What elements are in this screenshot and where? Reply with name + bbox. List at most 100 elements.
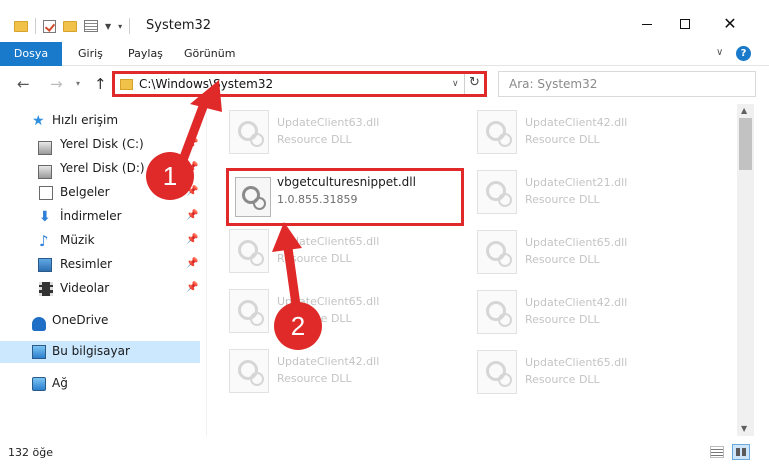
list-item[interactable]: UpdateClient65.dll Resource DLL — [229, 289, 469, 345]
nav-item-this-pc[interactable]: Bu bilgisayar — [0, 341, 200, 363]
nav-item-label: Hızlı erişim — [52, 113, 119, 127]
cloud-icon — [32, 317, 46, 331]
window-title: System32 — [146, 18, 212, 33]
file-name: UpdateClient65.dll — [277, 295, 380, 308]
status-bar: 132 öğe — [0, 436, 769, 476]
list-item[interactable]: UpdateClient65.dll Resource DLL — [229, 229, 469, 285]
nav-item-label: Bu bilgisayar — [52, 344, 130, 358]
nav-item-label: Yerel Disk (D:) — [60, 161, 145, 175]
search-input[interactable]: Ara: System32 — [498, 71, 756, 97]
list-item[interactable]: UpdateClient63.dll Resource DLL — [229, 110, 469, 166]
nav-item-network[interactable]: Ağ — [0, 373, 200, 395]
nav-item-label: Ağ — [52, 376, 68, 390]
customize-toolbar-icon[interactable]: ▾ — [118, 22, 122, 31]
vertical-scrollbar[interactable]: ▲ ▼ — [737, 104, 754, 436]
file-list: UpdateClient63.dll Resource DLL UpdateCl… — [207, 104, 737, 436]
pictures-icon — [38, 258, 52, 272]
nav-item-downloads[interactable]: ⬇ İndirmeler 📌 — [0, 206, 200, 228]
file-name: UpdateClient65.dll — [525, 356, 628, 369]
file-description: Resource DLL — [525, 313, 600, 326]
file-name: UpdateClient42.dll — [525, 116, 628, 129]
file-name: UpdateClient65.dll — [277, 235, 380, 248]
list-item[interactable]: UpdateClient42.dll Resource DLL — [477, 110, 717, 166]
details-view-icon[interactable] — [710, 446, 724, 458]
search-placeholder: Ara: System32 — [509, 77, 598, 91]
toolbar-divider — [35, 18, 36, 34]
address-path[interactable]: C:\Windows\System32 — [139, 77, 273, 91]
list-item[interactable]: UpdateClient21.dll Resource DLL — [477, 170, 717, 226]
tab-home[interactable]: Giriş — [78, 42, 103, 66]
nav-item-onedrive[interactable]: OneDrive — [0, 310, 200, 332]
nav-item-documents[interactable]: Belgeler 📌 — [0, 182, 200, 204]
close-button[interactable]: ✕ — [717, 14, 743, 34]
maximize-button[interactable] — [672, 14, 698, 34]
pin-icon[interactable]: 📌 — [186, 282, 198, 293]
list-item[interactable]: UpdateClient42.dll Resource DLL — [229, 349, 469, 405]
back-arrow-icon[interactable]: ← — [17, 75, 30, 93]
tab-view[interactable]: Görünüm — [184, 42, 235, 66]
pin-icon[interactable]: 📌 — [186, 234, 198, 245]
nav-item-label: Müzik — [60, 233, 95, 247]
document-icon — [39, 186, 53, 200]
refresh-icon[interactable]: ↻ — [469, 75, 480, 90]
recent-locations-icon[interactable]: ▾ — [76, 79, 80, 88]
quick-access-toolbar: ▼ ▾ — [14, 18, 131, 34]
up-arrow-icon[interactable]: ↑ — [94, 75, 107, 93]
folder-icon[interactable] — [14, 20, 28, 32]
list-item[interactable]: UpdateClient65.dll Resource DLL — [477, 350, 717, 406]
disk-icon — [38, 141, 52, 155]
toolbar-divider — [129, 18, 131, 34]
file-name: vbgetculturesnippet.dll — [277, 175, 416, 189]
address-history-icon[interactable]: ∨ — [452, 79, 459, 89]
chevron-down-icon[interactable]: ▼ — [105, 22, 111, 31]
address-bar[interactable]: C:\Windows\System32 ∨ ↻ — [112, 71, 487, 97]
star-icon: ★ — [32, 113, 45, 129]
large-icons-view-icon[interactable] — [732, 444, 750, 460]
address-row: ← → ▾ ↑ C:\Windows\System32 ∨ ↻ Ara: Sys… — [0, 66, 769, 104]
expand-ribbon-icon[interactable]: ∨ — [716, 47, 723, 58]
nav-item-music[interactable]: ♪ Müzik 📌 — [0, 230, 200, 252]
video-icon — [39, 282, 53, 296]
computer-icon — [32, 345, 46, 359]
scroll-up-icon[interactable]: ▲ — [741, 106, 747, 115]
nav-item-videos[interactable]: Videolar 📌 — [0, 278, 200, 300]
nav-item-quick-access[interactable]: ★ Hızlı erişim — [0, 110, 200, 132]
pin-icon[interactable]: 📌 — [186, 138, 198, 149]
new-folder-icon[interactable] — [63, 20, 77, 32]
nav-item-label: Videolar — [60, 281, 110, 295]
folder-icon — [120, 79, 133, 90]
file-name: UpdateClient21.dll — [525, 176, 628, 189]
help-icon[interactable]: ? — [736, 46, 751, 61]
pin-icon[interactable]: 📌 — [186, 186, 198, 197]
disk-icon — [38, 165, 52, 179]
tab-share[interactable]: Paylaş — [128, 42, 163, 66]
forward-arrow-icon[interactable]: → — [50, 75, 63, 93]
scroll-down-icon[interactable]: ▼ — [741, 424, 747, 433]
pin-icon[interactable]: 📌 — [186, 210, 198, 221]
nav-item-local-disk-c[interactable]: Yerel Disk (C:) 📌 — [0, 134, 200, 156]
nav-item-label: Belgeler — [60, 185, 110, 199]
pin-icon[interactable]: 📌 — [186, 162, 198, 173]
file-description: Resource DLL — [277, 312, 352, 325]
file-description: Resource DLL — [277, 372, 352, 385]
nav-item-local-disk-d[interactable]: Yerel Disk (D:) 📌 — [0, 158, 200, 180]
music-icon: ♪ — [39, 232, 49, 250]
nav-item-pictures[interactable]: Resimler 📌 — [0, 254, 200, 276]
pin-icon[interactable]: 📌 — [186, 258, 198, 269]
highlighted-file-item[interactable]: vbgetculturesnippet.dll 1.0.855.31859 — [226, 168, 464, 226]
file-description: Resource DLL — [525, 253, 600, 266]
nav-item-label: Resimler — [60, 257, 113, 271]
tab-file[interactable]: Dosya — [0, 42, 62, 66]
properties-check-icon[interactable] — [43, 19, 56, 33]
scroll-thumb[interactable] — [739, 118, 752, 170]
download-icon: ⬇ — [39, 209, 51, 225]
close-icon: ✕ — [723, 14, 737, 33]
ribbon-tabs: Dosya Giriş Paylaş Görünüm ∨ ? — [0, 42, 769, 66]
file-name: UpdateClient42.dll — [277, 355, 380, 368]
file-version: 1.0.855.31859 — [277, 193, 358, 206]
list-item[interactable]: UpdateClient42.dll Resource DLL — [477, 290, 717, 346]
minimize-button[interactable] — [634, 14, 660, 34]
file-description: Resource DLL — [277, 133, 352, 146]
properties-icon[interactable] — [84, 20, 98, 32]
list-item[interactable]: UpdateClient65.dll Resource DLL — [477, 230, 717, 286]
